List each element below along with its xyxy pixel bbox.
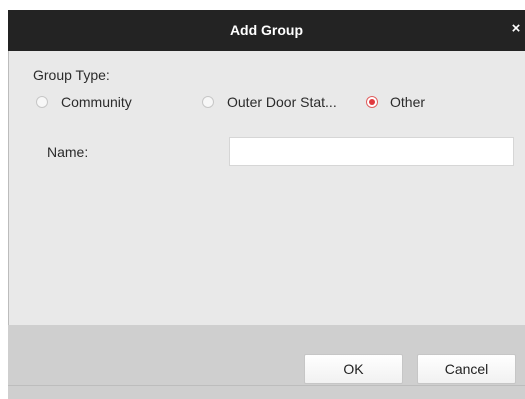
dialog-title: Add Group — [229, 22, 304, 38]
name-label: Name: — [47, 144, 89, 160]
name-input[interactable] — [229, 137, 514, 166]
radio-community[interactable] — [36, 96, 48, 108]
radio-other[interactable] — [366, 96, 378, 108]
dialog-titlebar: Add Group × — [8, 10, 525, 51]
dialog-footer-bottom — [8, 385, 525, 399]
ok-button[interactable]: OK — [304, 354, 403, 384]
radio-community-label[interactable]: Community — [61, 94, 132, 110]
radio-outer-door-station[interactable] — [202, 96, 214, 108]
cancel-button[interactable]: Cancel — [417, 354, 516, 384]
add-group-dialog: Add Group × Group Type: Community Outer … — [0, 0, 525, 399]
close-icon[interactable]: × — [509, 19, 523, 39]
radio-outer-door-station-label[interactable]: Outer Door Stat... — [227, 94, 337, 110]
radio-other-label[interactable]: Other — [390, 94, 425, 110]
group-type-label: Group Type: — [33, 67, 110, 83]
dialog-body — [8, 51, 525, 325]
